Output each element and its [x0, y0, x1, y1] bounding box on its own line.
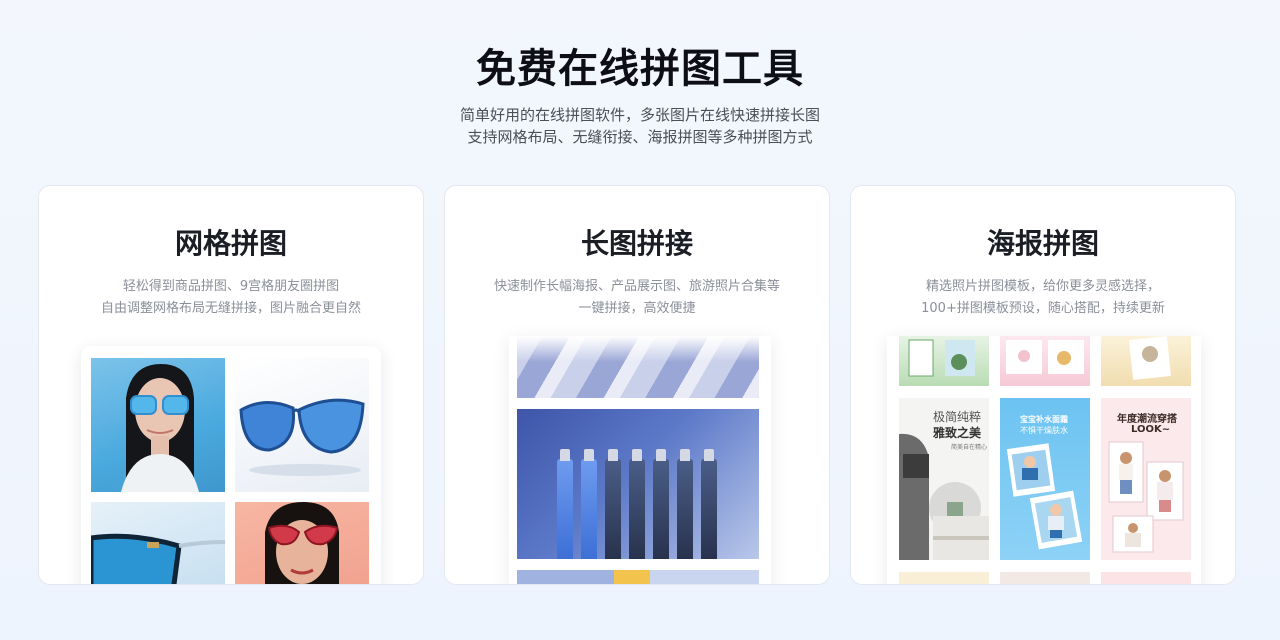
card-title: 网格拼图	[174, 227, 287, 260]
card-long-image[interactable]: 长图拼接 快速制作长幅海报、产品展示图、旅游照片合集等 一键拼接，高效便捷	[444, 185, 830, 585]
preview-photo-woman-blue-glasses	[91, 358, 225, 492]
card-desc-line: 快速制作长幅海报、产品展示图、旅游照片合集等	[493, 279, 780, 294]
card-title: 海报拼图	[986, 227, 1099, 260]
card-desc-line: 100+拼图模板预设，随心搭配，持续更新	[921, 301, 1165, 316]
card-description: 快速制作长幅海报、产品展示图、旅游照片合集等 一键拼接，高效便捷	[445, 276, 829, 320]
poster-template-minimal: 极简纯粹 雅致之美 简美自在精心	[899, 398, 989, 560]
card-desc-line: 一键拼接，高效便捷	[578, 301, 696, 316]
poster-template-fashion: 年度潮流穿搭 LOOK~	[1101, 398, 1191, 560]
poster-template-thumb	[1101, 336, 1191, 386]
card-desc-line: 精选照片拼图模板，给你更多灵感选择，	[925, 279, 1160, 294]
card-title: 长图拼接	[580, 227, 693, 260]
poster-template-thumb	[1101, 572, 1191, 584]
subtitle-line-2: 支持网格布局、无缝衔接、海报拼图等多种拼图方式	[467, 128, 813, 146]
preview-strip-bottom	[517, 570, 759, 584]
card-desc-line: 自由调整网格布局无缝拼接，图片融合更自然	[100, 301, 361, 316]
long-image-preview	[509, 336, 771, 584]
poster-template-baby-cream: 宝宝补水面霜 不惧干燥肤水	[1000, 398, 1090, 560]
card-grid-collage[interactable]: 网格拼图 轻松得到商品拼图、9宫格朋友圈拼图 自由调整网格布局无缝拼接，图片融合…	[38, 185, 424, 585]
card-description: 轻松得到商品拼图、9宫格朋友圈拼图 自由调整网格布局无缝拼接，图片融合更自然	[39, 276, 423, 320]
poster-template-thumb	[1000, 572, 1090, 584]
preview-photo-woman-red-glasses	[235, 502, 369, 584]
grid-collage-preview	[81, 346, 381, 584]
page-subtitle: 简单好用的在线拼图软件，多张图片在线快速拼接长图 支持网格布局、无缝衔接、海报拼…	[0, 104, 1280, 148]
subtitle-line-1: 简单好用的在线拼图软件，多张图片在线快速拼接长图	[459, 106, 820, 124]
preview-strip-abstract	[517, 336, 759, 398]
card-description: 精选照片拼图模板，给你更多灵感选择， 100+拼图模板预设，随心搭配，持续更新	[851, 276, 1235, 320]
preview-strip-usb-cables	[517, 409, 759, 559]
poster-template-thumb	[899, 336, 989, 386]
poster-templates-preview: 极简纯粹 雅致之美 简美自在精心 宝宝补水面霜 不惧干燥肤水 年度潮流穿搭 LO…	[887, 336, 1201, 584]
poster-template-thumb	[1000, 336, 1090, 386]
card-desc-line: 轻松得到商品拼图、9宫格朋友圈拼图	[122, 279, 340, 294]
preview-photo-blue-sunglasses	[235, 358, 369, 492]
page-title: 免费在线拼图工具	[476, 46, 804, 92]
card-poster-collage[interactable]: 海报拼图 精选照片拼图模板，给你更多灵感选择， 100+拼图模板预设，随心搭配，…	[850, 185, 1236, 585]
poster-template-thumb	[899, 572, 989, 584]
preview-photo-glasses-closeup	[91, 502, 225, 584]
